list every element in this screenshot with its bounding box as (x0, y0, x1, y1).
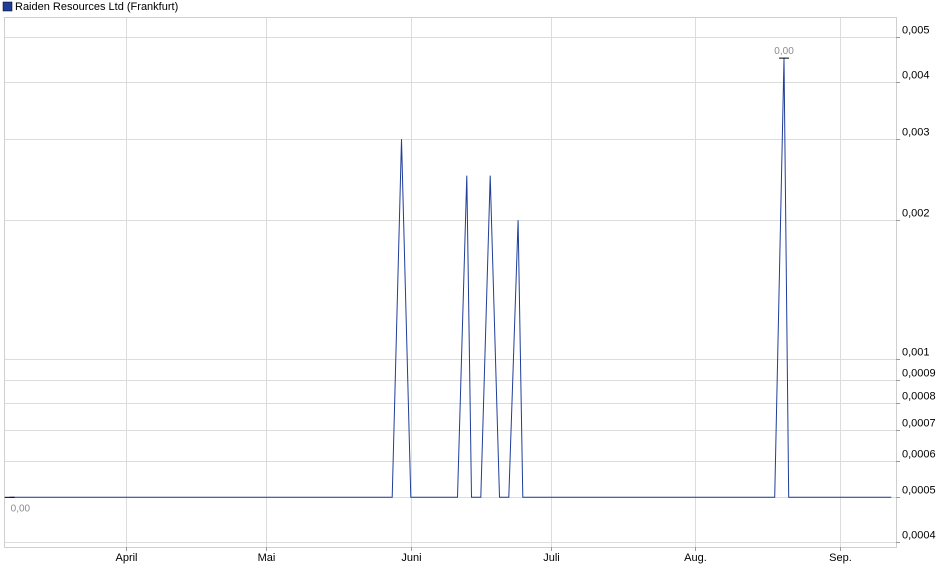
plot-area (4, 17, 897, 548)
min-label: 0,00 (11, 503, 31, 514)
x-tick-label: April (115, 552, 137, 564)
y-tick-label: 0,0007 (902, 418, 936, 430)
legend: Raiden Resources Ltd (Frankfurt) (2, 1, 178, 13)
y-tick-label: 0,001 (902, 347, 930, 359)
grid (5, 18, 896, 547)
series-layer (9, 58, 892, 498)
y-tick-label: 0,0004 (902, 530, 936, 542)
x-tick-label: Aug. (684, 552, 707, 564)
y-tick-label: 0,002 (902, 208, 930, 220)
y-tick-label: 0,0006 (902, 449, 936, 461)
legend-swatch (2, 1, 13, 12)
x-tick-label: Juli (543, 552, 560, 564)
y-tick-label: 0,003 (902, 127, 930, 139)
price-chart: Raiden Resources Ltd (Frankfurt) 0,00040… (2, 1, 936, 564)
x-tick-label: Juni (401, 552, 421, 564)
price-line (9, 58, 892, 498)
x-axis: April Mai Juni Juli Aug. Sep. (115, 547, 852, 564)
y-tick-label: 0,0005 (902, 485, 936, 497)
y-axis: 0,0004 0,0005 0,0006 0,0007 0,0008 0,0009 0,00… (896, 25, 936, 543)
annotations: 0,00 0,00 (4, 46, 794, 514)
x-tick-label: Sep. (829, 552, 852, 564)
y-tick-label: 0,0008 (902, 391, 936, 403)
y-tick-label: 0,004 (902, 70, 930, 82)
x-tick-label: Mai (258, 552, 276, 564)
y-tick-label: 0,005 (902, 25, 930, 37)
y-tick-label: 0,0009 (902, 368, 936, 380)
max-label: 0,00 (774, 46, 794, 57)
legend-label: Raiden Resources Ltd (Frankfurt) (15, 1, 178, 13)
